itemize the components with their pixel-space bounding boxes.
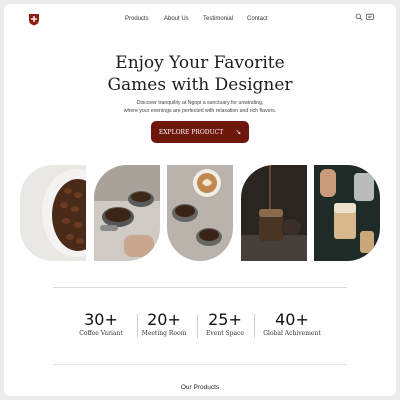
landing-page: Products About Us Testimonial Contact En… bbox=[4, 4, 396, 396]
nav-link-testimonial[interactable]: Testimonial bbox=[203, 16, 233, 22]
nav-link-contact[interactable]: Contact bbox=[247, 16, 268, 22]
section-divider bbox=[53, 364, 347, 365]
nav-link-about-us[interactable]: About Us bbox=[164, 16, 189, 22]
stat-value: 30+ bbox=[84, 310, 118, 329]
stat-label: Global Achivement bbox=[263, 330, 321, 337]
gallery-image-portafilter bbox=[94, 165, 160, 261]
nav-link-products[interactable]: Products bbox=[125, 16, 149, 22]
gallery-image-latte-art bbox=[167, 165, 233, 261]
hero-title-line1: Enjoy Your Favorite bbox=[115, 53, 285, 73]
gallery-image-espresso-pour bbox=[241, 165, 307, 261]
stat-separator bbox=[197, 314, 198, 338]
arrow-down-right-icon: ↘ bbox=[235, 128, 242, 136]
message-icon[interactable] bbox=[366, 13, 374, 21]
search-icon[interactable] bbox=[355, 13, 363, 21]
gallery-image-coffee-beans bbox=[20, 165, 86, 261]
stat-value: 25+ bbox=[208, 310, 242, 329]
explore-product-button[interactable]: EXPLORE PRODUCT ↘ bbox=[151, 121, 249, 143]
explore-product-label: EXPLORE PRODUCT bbox=[158, 128, 224, 136]
stat-label: Coffee Variant bbox=[79, 330, 123, 337]
hero-subtitle-line2: where your evenings are perfected with r… bbox=[123, 107, 277, 114]
section-divider bbox=[53, 287, 347, 288]
hero-title-line2: Games with Designer bbox=[107, 75, 293, 95]
hero-subtitle-line1: Discover tranquility at Ngopi a sanctuar… bbox=[136, 100, 264, 106]
hero-title: Enjoy Your Favorite Games with Designer bbox=[4, 52, 396, 96]
stat-value: 20+ bbox=[147, 310, 181, 329]
stat-meeting-room: 20+ Meeting Room bbox=[139, 310, 189, 338]
stat-global-achievement: 40+ Global Achivement bbox=[262, 310, 322, 338]
hero-subtitle: Discover tranquility at Ngopi a sanctuar… bbox=[4, 100, 396, 115]
our-products-heading: Our Products bbox=[180, 384, 220, 391]
stat-event-space: 25+ Event Space bbox=[200, 310, 250, 338]
stat-coffee-variant: 30+ Coffee Variant bbox=[76, 310, 126, 338]
stat-value: 40+ bbox=[275, 310, 309, 329]
stat-label: Meeting Room bbox=[141, 330, 187, 337]
stat-separator bbox=[254, 314, 255, 338]
stat-separator bbox=[137, 314, 138, 338]
gallery-image-iced-coffee bbox=[314, 165, 380, 261]
main-nav: Products About Us Testimonial Contact bbox=[4, 16, 396, 28]
stat-label: Event Space bbox=[206, 330, 244, 337]
